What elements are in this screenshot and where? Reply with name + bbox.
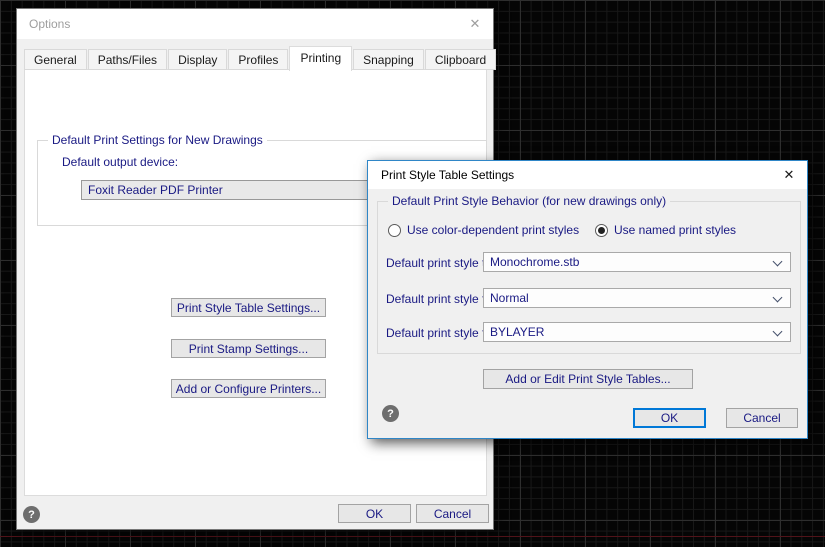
- help-icon[interactable]: ?: [382, 405, 399, 422]
- output-device-value: Foxit Reader PDF Printer: [88, 183, 223, 197]
- print-style-table-settings-dialog: Print Style Table Settings ✕ Default Pri…: [367, 160, 808, 439]
- tab-general[interactable]: General: [24, 49, 87, 70]
- print-style-table-settings-button[interactable]: Print Style Table Settings...: [171, 298, 326, 317]
- tab-snapping[interactable]: Snapping: [353, 49, 424, 70]
- tab-printing[interactable]: Printing: [289, 46, 352, 71]
- ok-button[interactable]: OK: [338, 504, 411, 523]
- cancel-button[interactable]: Cancel: [726, 408, 798, 428]
- help-icon[interactable]: ?: [23, 506, 40, 523]
- tab-display[interactable]: Display: [168, 49, 227, 70]
- radio-circle-icon: [388, 224, 401, 237]
- radio-circle-icon: [595, 224, 608, 237]
- group-title: Default Print Settings for New Drawings: [48, 133, 267, 147]
- close-icon[interactable]: ✕: [771, 167, 807, 183]
- options-tabstrip: General Paths/Files Display Profiles Pri…: [24, 45, 497, 70]
- style-for-layer0-value: Normal: [490, 291, 529, 305]
- tab-paths-files[interactable]: Paths/Files: [88, 49, 167, 70]
- style-for-entities-value: BYLAYER: [490, 325, 544, 339]
- ok-button[interactable]: OK: [633, 408, 706, 428]
- chevron-down-icon: [773, 257, 783, 267]
- add-or-edit-print-style-tables-button[interactable]: Add or Edit Print Style Tables...: [483, 369, 693, 389]
- close-icon[interactable]: ✕: [457, 16, 493, 32]
- print-stamp-settings-button[interactable]: Print Stamp Settings...: [171, 339, 326, 358]
- chevron-down-icon: [773, 293, 783, 303]
- add-or-configure-printers-button[interactable]: Add or Configure Printers...: [171, 379, 326, 398]
- options-titlebar[interactable]: Options ✕: [17, 9, 493, 39]
- radio-label: Use named print styles: [614, 223, 736, 237]
- style-for-entities-combobox[interactable]: BYLAYER: [483, 322, 791, 342]
- output-device-label: Default output device:: [62, 155, 178, 169]
- radio-use-named-styles[interactable]: Use named print styles: [595, 223, 736, 237]
- tab-profiles[interactable]: Profiles: [228, 49, 288, 70]
- style-for-layer0-combobox[interactable]: Normal: [483, 288, 791, 308]
- pst-dialog-title: Print Style Table Settings: [368, 168, 771, 182]
- chevron-down-icon: [773, 327, 783, 337]
- print-style-table-value: Monochrome.stb: [490, 255, 579, 269]
- radio-use-color-dependent[interactable]: Use color-dependent print styles: [388, 223, 579, 237]
- drawing-area-x-axis: [0, 536, 825, 537]
- cancel-button[interactable]: Cancel: [416, 504, 489, 523]
- print-style-table-combobox[interactable]: Monochrome.stb: [483, 252, 791, 272]
- tab-clipboard[interactable]: Clipboard: [425, 49, 496, 70]
- radio-label: Use color-dependent print styles: [407, 223, 579, 237]
- options-dialog-title: Options: [17, 17, 457, 31]
- pst-titlebar[interactable]: Print Style Table Settings ✕: [368, 161, 807, 189]
- group-title: Default Print Style Behavior (for new dr…: [388, 194, 670, 208]
